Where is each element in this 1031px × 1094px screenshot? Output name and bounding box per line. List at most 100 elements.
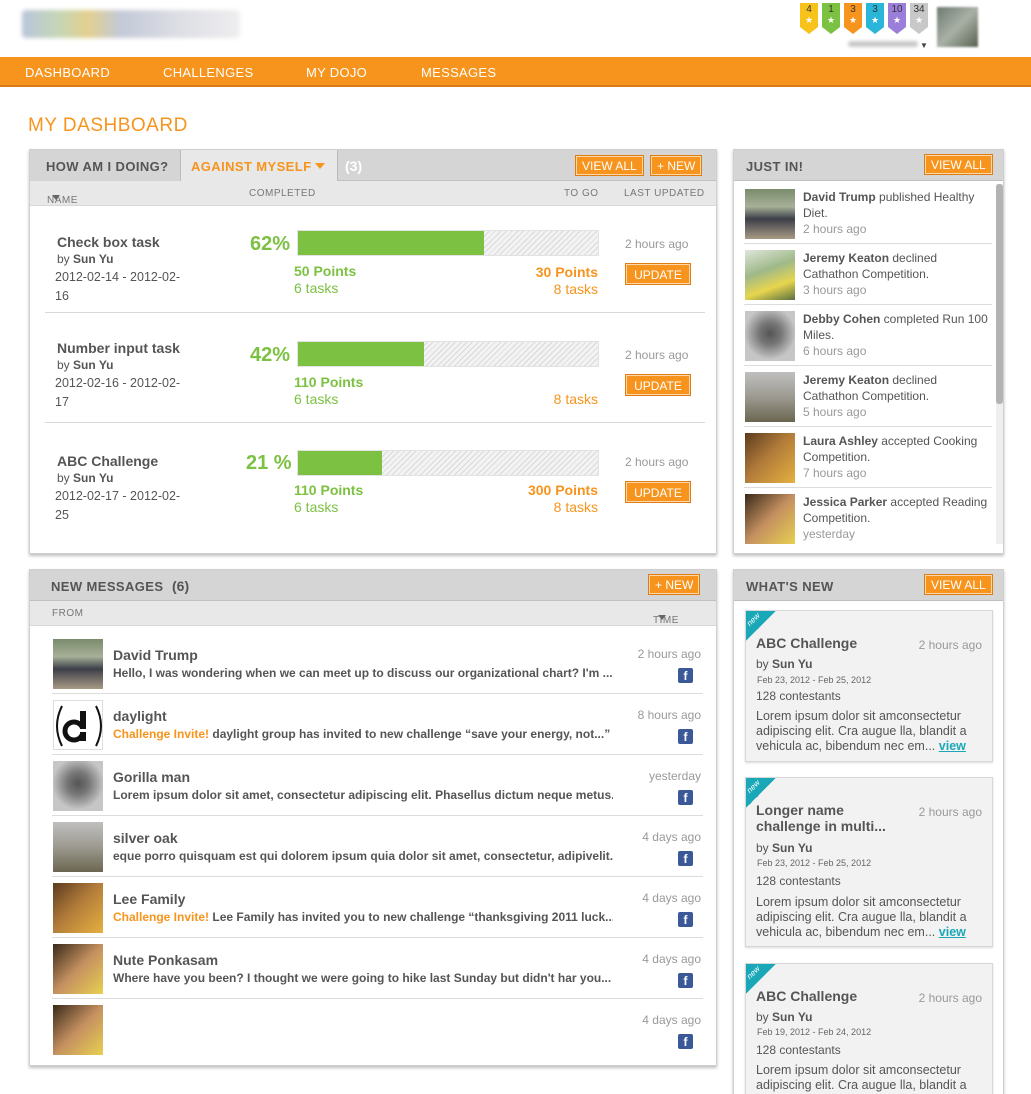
badge-purple[interactable]: 10 ★ bbox=[888, 3, 906, 34]
card-time: 2 hours ago bbox=[918, 805, 982, 819]
task-row[interactable]: Number input task by Sun Yu 2012-02-16 -… bbox=[45, 313, 705, 423]
achievement-badges: 4 ★ 1 ★ 3 ★ 3 ★ 10 ★ 34 ★ bbox=[800, 3, 928, 34]
site-logo[interactable] bbox=[22, 10, 240, 38]
badge-orange[interactable]: 3 ★ bbox=[844, 3, 862, 34]
sender-name: Lee Family bbox=[113, 891, 186, 907]
message-row[interactable]: Gorilla man Lorem ipsum dolor sit amet, … bbox=[52, 755, 703, 816]
feed-item[interactable]: Jessica Parker accepted Reading Competit… bbox=[744, 488, 992, 549]
task-row[interactable]: Check box task by Sun Yu 2012-02-14 - 20… bbox=[45, 203, 705, 313]
message-row[interactable]: Nute Ponkasam Where have you been? I tho… bbox=[52, 938, 703, 999]
message-row[interactable]: Lee Family Challenge Invite! Lee Family … bbox=[52, 877, 703, 938]
nav-challenges[interactable]: CHALLENGES bbox=[163, 65, 253, 80]
feed-item[interactable]: Jeremy Keaton declined Cathathon Competi… bbox=[744, 366, 992, 427]
card-date-range: Feb 23, 2012 - Feb 25, 2012 bbox=[757, 858, 872, 868]
feed-text: Jeremy Keaton declined Cathathon Competi… bbox=[803, 372, 988, 420]
nav-my-dojo[interactable]: MY DOJO bbox=[306, 65, 367, 80]
user-name[interactable] bbox=[848, 41, 918, 47]
owner-name: Sun Yu bbox=[73, 471, 114, 485]
badge-green[interactable]: 1 ★ bbox=[822, 3, 840, 34]
view-all-button[interactable]: VIEW ALL bbox=[924, 574, 993, 595]
new-task-button[interactable]: + NEW bbox=[650, 155, 703, 176]
message-text: Where have you been? I thought we were g… bbox=[113, 971, 612, 985]
feed-time: 5 hours ago bbox=[803, 405, 867, 419]
feed-user: Jeremy Keaton bbox=[803, 251, 890, 265]
card-date-range: Feb 19, 2012 - Feb 24, 2012 bbox=[757, 1027, 872, 1037]
message-time: 4 days ago bbox=[642, 830, 701, 844]
by-label: by bbox=[57, 252, 70, 266]
page-title: MY DASHBOARD bbox=[28, 115, 188, 136]
facebook-icon[interactable]: f bbox=[678, 729, 693, 744]
done-points: 110 Points bbox=[294, 482, 364, 498]
message-preview: Challenge Invite! daylight group has inv… bbox=[113, 727, 613, 741]
badge-count: 4 bbox=[806, 4, 812, 15]
nav-messages[interactable]: MESSAGES bbox=[421, 65, 496, 80]
update-button[interactable]: UPDATE bbox=[625, 481, 691, 503]
feed-text: Jessica Parker accepted Reading Competit… bbox=[803, 494, 988, 542]
facebook-icon[interactable]: f bbox=[678, 790, 693, 805]
badge-silver[interactable]: 34 ★ bbox=[910, 3, 928, 34]
challenge-card[interactable]: new Longer name challenge in multi... 2 … bbox=[745, 777, 993, 947]
new-message-button[interactable]: + NEW bbox=[648, 574, 701, 595]
scrollbar-thumb[interactable] bbox=[996, 184, 1003, 404]
feed-item[interactable]: David Trump published Healthy Diet. 2 hou… bbox=[744, 183, 992, 244]
col-completed: COMPLETED bbox=[249, 188, 316, 199]
tab-label: HOW AM I DOING? bbox=[46, 159, 169, 174]
sender-avatar bbox=[53, 761, 103, 811]
message-row[interactable]: David Trump Hello, I was wondering when … bbox=[52, 633, 703, 694]
message-time: 4 days ago bbox=[642, 891, 701, 905]
view-all-button[interactable]: VIEW ALL bbox=[575, 155, 644, 176]
message-preview: Where have you been? I thought we were g… bbox=[113, 971, 613, 985]
challenge-title: ABC Challenge bbox=[756, 988, 858, 1004]
feed-item[interactable]: Jeremy Keaton declined Cathathon Competi… bbox=[744, 244, 992, 305]
feed-thumbnail bbox=[745, 433, 795, 483]
progress-bar bbox=[297, 450, 599, 476]
description-text: Lorem ipsum dolor sit amconsectetur adip… bbox=[756, 895, 967, 939]
badge-gold[interactable]: 4 ★ bbox=[800, 3, 818, 34]
message-preview: Challenge Invite! Lee Family has invited… bbox=[113, 910, 613, 924]
view-link[interactable]: view bbox=[939, 739, 966, 753]
sender-avatar bbox=[53, 1005, 103, 1055]
feed-item[interactable]: Laura Ashley accepted Cooking Competitio… bbox=[744, 427, 992, 488]
feed-thumbnail bbox=[745, 250, 795, 300]
badge-blue[interactable]: 3 ★ bbox=[866, 3, 884, 34]
challenge-card[interactable]: new ABC Challenge 2 hours ago by Sun Yu … bbox=[745, 610, 993, 762]
message-text: daylight group has invited to new challe… bbox=[209, 727, 611, 741]
feed-user: Debby Cohen bbox=[803, 312, 881, 326]
feed-thumbnail bbox=[745, 372, 795, 422]
message-row[interactable]: silver oak eque porro quisquam est qui d… bbox=[52, 816, 703, 877]
task-row[interactable]: ABC Challenge by Sun Yu 2012-02-17 - 201… bbox=[45, 423, 705, 533]
message-time: yesterday bbox=[648, 769, 701, 783]
col-from: FROM bbox=[52, 608, 84, 619]
message-preview: eque porro quisquam est qui dolorem ipsu… bbox=[113, 849, 613, 863]
panel-title: NEW MESSAGES bbox=[51, 579, 164, 594]
chevron-down-icon[interactable]: ▼ bbox=[920, 41, 928, 50]
facebook-icon[interactable]: f bbox=[678, 973, 693, 988]
challenge-card[interactable]: new ABC Challenge 2 hours ago by Sun Yu … bbox=[745, 963, 993, 1094]
done-points: 50 Points bbox=[294, 263, 357, 279]
view-link[interactable]: view bbox=[939, 925, 966, 939]
feed-item[interactable]: Debby Cohen completed Run 100 Miles. 6 ho… bbox=[744, 305, 992, 366]
nav-dashboard[interactable]: DASHBOARD bbox=[25, 65, 110, 80]
tab-against-myself[interactable]: AGAINST MYSELF bbox=[180, 150, 338, 181]
task-count: (3) bbox=[345, 158, 363, 174]
message-preview: Lorem ipsum dolor sit amet, consectetur … bbox=[113, 788, 613, 802]
update-button[interactable]: UPDATE bbox=[625, 263, 691, 285]
ribbon-label: new bbox=[745, 778, 762, 795]
facebook-icon[interactable]: f bbox=[678, 668, 693, 683]
facebook-icon[interactable]: f bbox=[678, 1034, 693, 1049]
by-label: by bbox=[57, 358, 70, 372]
update-button[interactable]: UPDATE bbox=[625, 374, 691, 396]
owner-name: Sun Yu bbox=[772, 841, 813, 855]
card-time: 2 hours ago bbox=[918, 991, 982, 1005]
view-all-button[interactable]: VIEW ALL bbox=[924, 154, 993, 175]
message-row[interactable]: daylight Challenge Invite! daylight grou… bbox=[52, 694, 703, 755]
facebook-icon[interactable]: f bbox=[678, 912, 693, 927]
feed-time: 7 hours ago bbox=[803, 466, 867, 480]
tab-how-am-i-doing[interactable]: HOW AM I DOING? bbox=[30, 150, 180, 181]
star-icon: ★ bbox=[914, 15, 924, 25]
messages-panel: NEW MESSAGES (6) + NEW FROM TIME David T… bbox=[29, 569, 717, 1066]
avatar[interactable] bbox=[937, 7, 978, 47]
challenge-title: ABC Challenge bbox=[756, 635, 858, 651]
message-row[interactable]: 4 days ago f bbox=[52, 999, 703, 1060]
facebook-icon[interactable]: f bbox=[678, 851, 693, 866]
